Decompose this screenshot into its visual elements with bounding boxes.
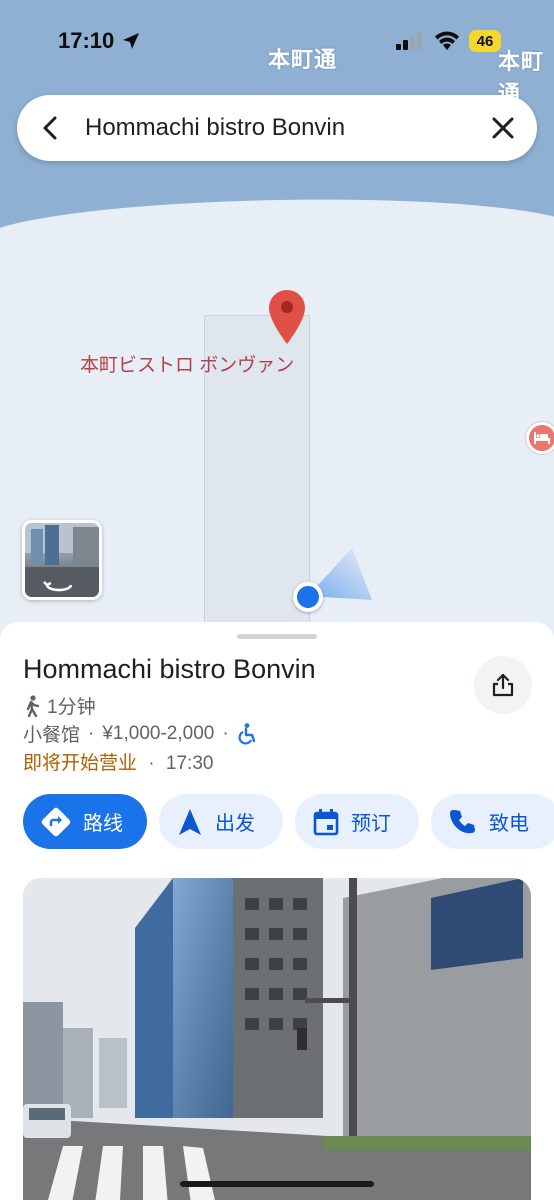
hours-status: 即将开始营业 [23, 753, 138, 774]
street-view-thumbnail[interactable] [22, 520, 102, 600]
start-navigation-button[interactable]: 出发 [159, 794, 283, 849]
walking-time-row: 1分钟 [23, 692, 96, 719]
walking-person-icon [26, 694, 40, 717]
navigation-arrow-icon [179, 808, 201, 835]
opening-hours-row[interactable]: 即将开始营业 · 17:30 [23, 748, 213, 775]
separator-dot: · [148, 753, 155, 774]
phone-icon [450, 809, 475, 833]
street-view-photo[interactable] [23, 878, 531, 1200]
my-location-dot [293, 582, 323, 612]
place-title: Hommachi bistro Bonvin [23, 654, 316, 684]
back-arrow-icon[interactable] [37, 114, 65, 142]
walking-time: 1分钟 [47, 697, 96, 718]
status-time: 17:10 [58, 28, 140, 54]
call-button[interactable]: 致电 [431, 794, 554, 849]
street-photo-image [23, 878, 531, 1200]
home-indicator[interactable] [180, 1181, 374, 1187]
location-arrow-icon [123, 33, 140, 49]
directions-label: 路线 [83, 813, 123, 835]
map-pin-label[interactable]: 本町ビストロ ボンヴァン [80, 350, 294, 377]
place-info-row: 小餐馆 · ¥1,000-2,000 · [23, 720, 257, 747]
battery-indicator: 46 [469, 30, 501, 52]
call-label: 致电 [489, 813, 529, 835]
share-button[interactable] [474, 656, 532, 714]
wifi-icon [435, 31, 459, 50]
sheet-drag-handle[interactable] [237, 634, 317, 639]
directions-icon [41, 807, 71, 836]
hotel-icon[interactable] [526, 422, 554, 454]
action-buttons-row: 路线 出发 预订 致电 [23, 794, 554, 849]
share-icon [492, 673, 514, 697]
status-bar: 17:10 46 [0, 0, 554, 80]
place-category: 小餐馆 [23, 725, 81, 746]
reserve-button[interactable]: 预订 [295, 794, 419, 849]
directions-button[interactable]: 路线 [23, 794, 147, 849]
reserve-label: 预订 [351, 813, 391, 835]
separator-dot: · [88, 722, 95, 744]
start-label: 出发 [215, 813, 255, 835]
opening-time: 17:30 [165, 753, 214, 774]
price-range: ¥1,000-2,000 [102, 722, 215, 744]
cellular-signal-icon [396, 32, 422, 50]
wheelchair-accessible-icon [238, 722, 255, 744]
search-bar[interactable]: Hommachi bistro Bonvin [17, 95, 537, 161]
calendar-icon [313, 808, 339, 835]
search-input[interactable]: Hommachi bistro Bonvin [85, 114, 345, 142]
close-icon[interactable] [489, 114, 517, 142]
location-pin-icon[interactable] [269, 290, 305, 344]
separator-dot: · [222, 722, 229, 744]
place-details-sheet[interactable]: Hommachi bistro Bonvin 1分钟 小餐馆 · ¥1,000-… [0, 622, 554, 1200]
